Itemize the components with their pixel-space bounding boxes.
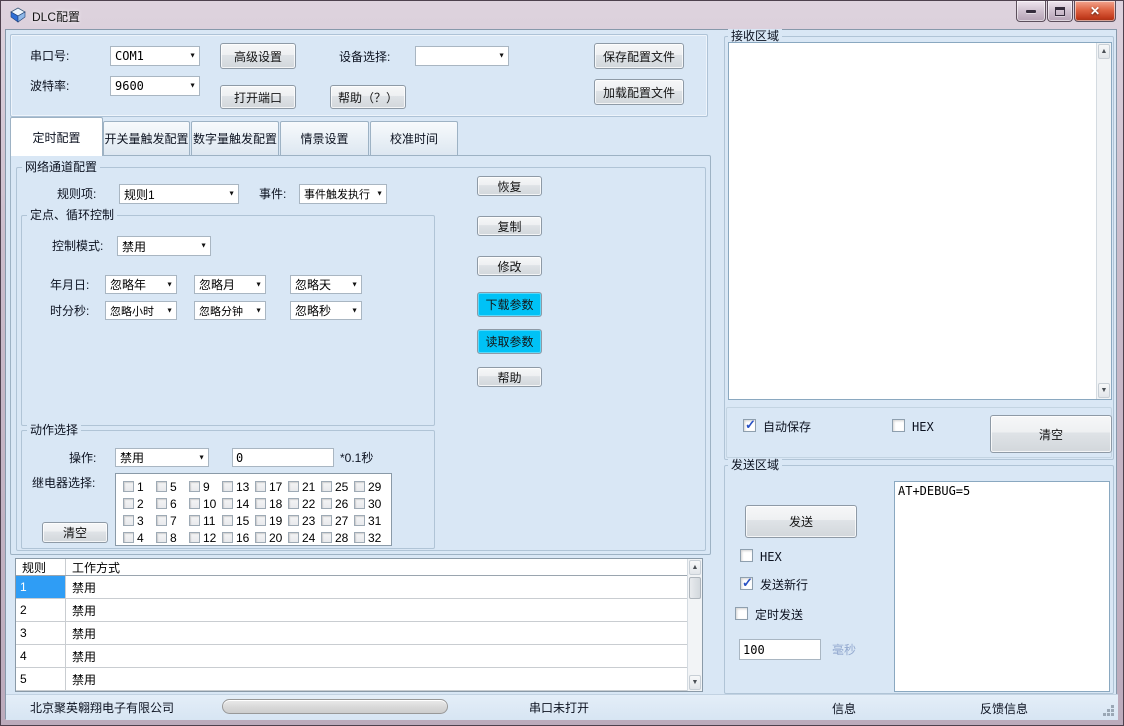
rules-table-head: 规则工作方式 (16, 559, 702, 576)
table-cell: 禁用 (66, 645, 702, 667)
serial-port-combo[interactable]: COM1 (110, 46, 200, 66)
table-cell: 1 (16, 576, 66, 598)
table-row-2[interactable]: 2禁用 (16, 599, 702, 622)
send-hex-label: HEX (760, 550, 782, 564)
save-config-button[interactable]: 保存配置文件 (594, 43, 684, 69)
timed-send-label: 定时发送 (755, 608, 803, 622)
send-group-title: 发送区域 (728, 458, 782, 472)
serial-port-value: COM1 (115, 49, 144, 63)
scroll-up-icon[interactable] (1098, 44, 1110, 59)
tab-page (10, 155, 711, 555)
table-cell: 禁用 (66, 599, 702, 621)
close-icon (1090, 2, 1100, 20)
chevron-down-icon (189, 53, 196, 60)
serial-port-label: 串口号: (30, 49, 69, 63)
help-button[interactable]: 帮助（？） (330, 85, 406, 109)
device-select-combo[interactable] (415, 46, 509, 66)
send-textarea[interactable]: AT+DEBUG=5 (894, 481, 1110, 692)
send-button[interactable]: 发送 (745, 505, 857, 538)
progress-bar (222, 699, 448, 714)
table-cell: 禁用 (66, 576, 702, 598)
autosave-label: 自动保存 (763, 420, 811, 434)
resize-grip-icon[interactable] (1103, 705, 1114, 716)
table-header-2: 工作方式 (66, 559, 702, 576)
tab-5[interactable]: 校准时间 (370, 121, 458, 155)
window-title: DLC配置 (32, 8, 80, 25)
table-cell: 2 (16, 599, 66, 621)
receive-group-title: 接收区域 (728, 29, 782, 43)
table-row-4[interactable]: 4禁用 (16, 645, 702, 668)
scroll-down-icon[interactable] (1098, 383, 1110, 398)
interval-input[interactable] (739, 639, 821, 660)
baud-rate-label: 波特率: (30, 79, 69, 93)
rules-table-body: 1禁用2禁用3禁用4禁用5禁用 (16, 576, 702, 691)
table-header-1: 规则 (16, 559, 66, 575)
minimize-icon (1026, 10, 1036, 13)
feedback-label: 反馈信息 (980, 702, 1028, 716)
tab-4[interactable]: 情景设置 (280, 121, 369, 155)
minimize-button[interactable] (1016, 1, 1046, 22)
table-row-1[interactable]: 1禁用 (16, 576, 702, 599)
baud-rate-combo[interactable]: 9600 (110, 76, 200, 96)
table-cell: 4 (16, 645, 66, 667)
close-button[interactable] (1074, 1, 1116, 22)
table-row-5[interactable]: 5禁用 (16, 668, 702, 691)
title-bar: DLC配置 (1, 1, 1123, 29)
table-cell: 5 (16, 668, 66, 690)
receive-clear-button[interactable]: 清空 (990, 415, 1112, 453)
company-label: 北京聚英翱翔电子有限公司 (30, 701, 174, 715)
rules-table: 规则工作方式 1禁用2禁用3禁用4禁用5禁用 (15, 558, 703, 692)
info-label: 信息 (832, 702, 856, 716)
newline-checkbox[interactable] (740, 577, 753, 590)
interval-unit-label: 毫秒 (832, 643, 856, 657)
scroll-down-icon[interactable] (689, 675, 701, 690)
receive-textarea[interactable] (728, 42, 1112, 400)
recv-hex-checkbox[interactable] (892, 419, 905, 432)
autosave-checkbox[interactable] (743, 419, 756, 432)
open-port-button[interactable]: 打开端口 (220, 85, 296, 109)
scroll-up-icon[interactable] (689, 560, 701, 575)
maximize-button[interactable] (1047, 1, 1073, 22)
tab-2[interactable]: 开关量触发配置 (103, 121, 190, 155)
receive-scrollbar[interactable] (1096, 43, 1111, 399)
table-cell: 3 (16, 622, 66, 644)
timed-send-checkbox[interactable] (735, 607, 748, 620)
status-bar: 北京聚英翱翔电子有限公司 串口未打开 信息 反馈信息 (6, 694, 1118, 720)
advanced-settings-button[interactable]: 高级设置 (220, 43, 296, 69)
port-status-label: 串口未打开 (529, 701, 589, 715)
client-area: 串口号: COM1 波特率: 9600 高级设置 打开端口 设备选择: 帮助（？… (5, 29, 1117, 719)
scrollbar-thumb[interactable] (689, 577, 701, 599)
send-hex-checkbox[interactable] (740, 549, 753, 562)
table-row-3[interactable]: 3禁用 (16, 622, 702, 645)
chevron-down-icon (498, 53, 505, 60)
table-scrollbar[interactable] (687, 559, 702, 691)
table-cell: 禁用 (66, 622, 702, 644)
tab-1[interactable]: 定时配置 (10, 117, 103, 156)
load-config-button[interactable]: 加载配置文件 (594, 79, 684, 105)
baud-rate-value: 9600 (115, 79, 144, 93)
table-cell: 禁用 (66, 668, 702, 690)
chevron-down-icon (189, 83, 196, 90)
recv-hex-label: HEX (912, 420, 934, 434)
tab-3[interactable]: 数字量触发配置 (191, 121, 279, 155)
app-window: DLC配置 串口号: COM1 波特率: 9600 高级设置 打开端口 设备选择… (0, 0, 1124, 726)
app-icon (10, 7, 26, 23)
device-select-label: 设备选择: (339, 50, 390, 64)
maximize-icon (1055, 7, 1065, 16)
newline-label: 发送新行 (760, 578, 808, 592)
